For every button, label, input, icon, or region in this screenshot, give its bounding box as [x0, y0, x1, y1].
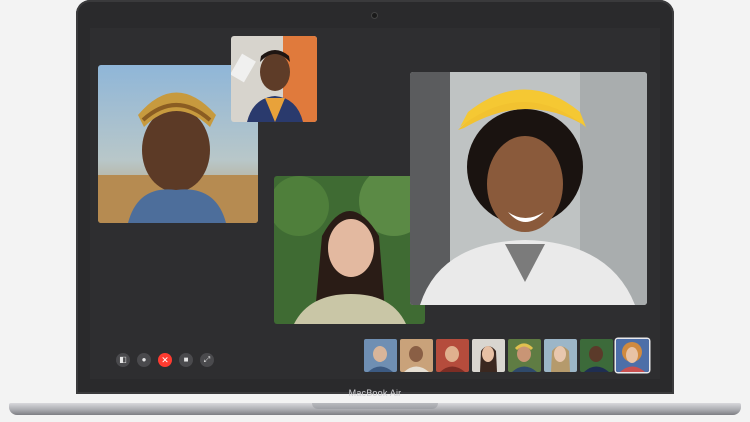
thumbnail-video — [616, 339, 649, 372]
mute-icon[interactable]: ● — [137, 353, 151, 367]
video-tile-4[interactable] — [410, 72, 647, 305]
participant-thumbnail[interactable] — [400, 339, 433, 372]
participant-video — [410, 72, 647, 305]
thumbnail-video — [436, 339, 469, 372]
participant-thumbnail[interactable] — [580, 339, 613, 372]
video-tile-3[interactable] — [274, 176, 425, 324]
thumbnail-video — [364, 339, 397, 372]
participant-thumbnail[interactable] — [364, 339, 397, 372]
participant-video — [274, 176, 425, 324]
facetime-window: ◧ ● ✕ ■ ⤢ — [90, 28, 660, 379]
fullscreen-icon[interactable]: ⤢ — [200, 353, 214, 367]
participant-thumbnail[interactable] — [544, 339, 577, 372]
device-label: MacBook Air — [348, 388, 402, 398]
thumbnail-video — [508, 339, 541, 372]
thumbnail-video — [544, 339, 577, 372]
thumbnail-video — [472, 339, 505, 372]
laptop-lid: ◧ ● ✕ ■ ⤢ — [76, 0, 674, 394]
webcam — [372, 13, 377, 18]
thumbnail-video — [400, 339, 433, 372]
participant-video — [231, 36, 317, 122]
thumbnail-video — [580, 339, 613, 372]
video-tile-2[interactable] — [231, 36, 317, 122]
participant-thumbnail[interactable] — [436, 339, 469, 372]
participant-thumbnail[interactable] — [472, 339, 505, 372]
call-controls: ◧ ● ✕ ■ ⤢ — [116, 353, 214, 367]
camera-icon[interactable]: ■ — [179, 353, 193, 367]
end-call-icon[interactable]: ✕ — [158, 353, 172, 367]
participant-thumbnail-active[interactable] — [616, 339, 649, 372]
participant-thumbnail[interactable] — [508, 339, 541, 372]
laptop-opening-notch — [312, 403, 438, 409]
sidebar-icon[interactable]: ◧ — [116, 353, 130, 367]
participant-strip — [364, 339, 649, 372]
